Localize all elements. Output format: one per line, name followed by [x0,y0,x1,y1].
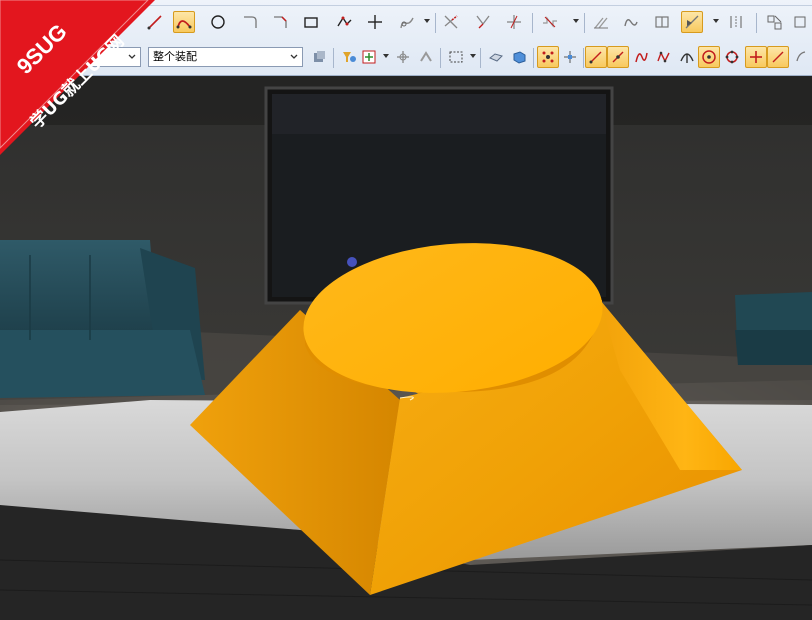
more-tools-icon[interactable] [790,11,812,33]
chamfer-icon[interactable] [269,11,291,33]
end-point-icon[interactable] [537,46,559,68]
type-filter-icon[interactable] [338,46,360,68]
arc-center-icon[interactable] [653,46,675,68]
sketch-curve-toolbar [0,9,812,37]
graphics-viewport[interactable] [0,75,812,620]
studio-spline-icon[interactable] [396,11,418,33]
point-on-curve-icon[interactable] [767,46,789,68]
part-navigator-icon[interactable] [308,46,330,68]
snap-point-icon[interactable] [392,46,414,68]
region-dropdown-icon[interactable] [470,53,476,59]
assembly-scope-select[interactable]: 整个装配 [148,47,303,67]
existing-point-icon[interactable] [745,46,767,68]
body-icon[interactable] [508,46,530,68]
point-icon[interactable] [364,11,386,33]
spline-dropdown-icon[interactable] [424,18,430,24]
selection-toolbar: 整个装配 [0,44,812,72]
rectangle-icon[interactable] [300,11,322,33]
rendered-scene [0,75,812,620]
constraint-dropdown-icon[interactable] [713,18,719,24]
dimension-icon[interactable] [725,11,747,33]
polygon-icon[interactable] [333,11,355,33]
chevron-down-icon [286,48,302,66]
quadrant-point-icon[interactable] [721,46,743,68]
ribbon-toolbar: 整个装配 [0,0,812,76]
on-curve-icon[interactable] [630,46,652,68]
filter-settings-icon[interactable] [358,46,380,68]
type-filter-select[interactable] [0,47,141,67]
intersection-icon[interactable] [651,11,673,33]
point-on-surface-icon[interactable] [790,46,812,68]
tangent-point-icon[interactable] [676,46,698,68]
rectangle-select-icon[interactable] [445,46,467,68]
sketch-constraint-icon[interactable] [681,11,703,33]
arc-icon[interactable] [173,11,195,33]
mirror-curve-icon[interactable] [590,11,612,33]
select-region-icon[interactable] [415,46,437,68]
make-corner-icon[interactable] [503,11,525,33]
arc-center-point-icon[interactable] [698,46,720,68]
chevron-down-icon [124,48,140,66]
intersection-point-icon[interactable] [607,46,629,68]
sofa-right [735,292,812,365]
display-constraints-icon[interactable] [763,11,785,33]
line-icon[interactable] [144,11,166,33]
quick-extend-icon[interactable] [472,11,494,33]
top-toolbar-row [0,0,812,6]
offset-curve-icon[interactable] [539,11,561,33]
control-point-icon[interactable] [585,46,607,68]
derived-lines-icon[interactable] [620,11,642,33]
assembly-scope-value: 整个装配 [153,50,197,63]
mid-point-icon[interactable] [559,46,581,68]
circle-icon[interactable] [207,11,229,33]
feature-icon[interactable] [485,46,507,68]
quick-trim-icon[interactable] [440,11,462,33]
offset-dropdown-icon[interactable] [573,18,579,24]
filter-dropdown-icon[interactable] [383,53,389,59]
fillet-icon[interactable] [239,11,261,33]
sketch-finish-icon[interactable] [0,11,22,33]
sofa-left [0,240,205,398]
